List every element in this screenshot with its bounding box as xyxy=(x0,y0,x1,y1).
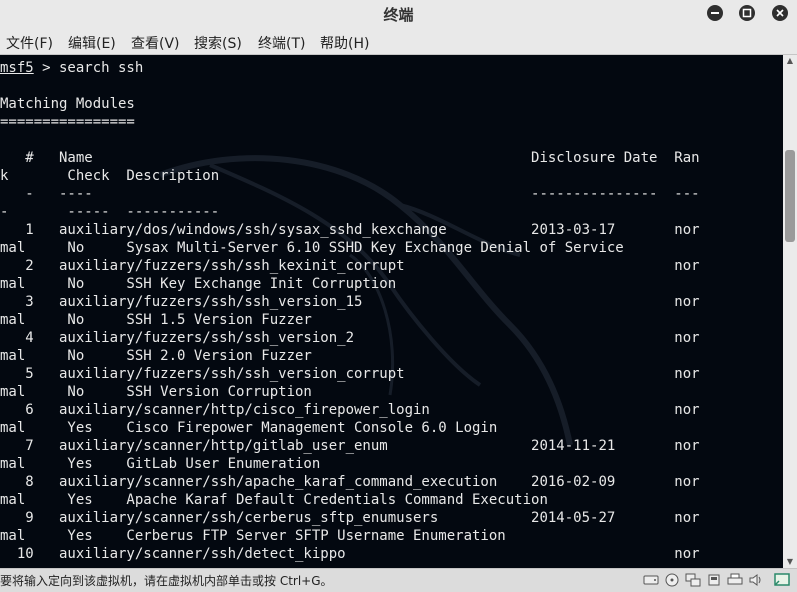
usb-icon[interactable] xyxy=(706,573,722,587)
menu-file[interactable]: 文件(F) xyxy=(6,33,53,53)
terminal-line: 1 auxiliary/dos/windows/ssh/sysax_sshd_k… xyxy=(0,222,700,238)
sound-icon[interactable] xyxy=(748,573,764,587)
network-icon[interactable] xyxy=(685,573,701,587)
scroll-thumb[interactable] xyxy=(785,150,795,242)
prompt-name: msf5 xyxy=(0,60,34,76)
vertical-scrollbar[interactable]: ▲ ▼ xyxy=(783,55,797,568)
maximize-button[interactable] xyxy=(739,5,755,21)
status-message: 要将输入定向到该虚拟机，请在虚拟机内部单击或按 Ctrl+G。 xyxy=(0,574,333,588)
terminal-line: mal No SSH 2.0 Version Fuzzer xyxy=(0,348,312,364)
terminal-prompt-line: msf5 > search ssh xyxy=(0,59,143,77)
maximize-icon xyxy=(742,8,752,18)
scroll-up-icon[interactable]: ▲ xyxy=(783,55,797,67)
terminal-line: 8 auxiliary/scanner/ssh/apache_karaf_com… xyxy=(0,474,700,490)
terminal-line: mal Yes Cisco Firepower Management Conso… xyxy=(0,420,498,436)
terminal-line: 4 auxiliary/fuzzers/ssh/ssh_version_2 no… xyxy=(0,330,700,346)
window-title: 终端 xyxy=(383,6,414,24)
scroll-down-icon[interactable]: ▼ xyxy=(783,556,797,568)
terminal-line: 9 auxiliary/scanner/ssh/cerberus_sftp_en… xyxy=(0,510,700,526)
menu-view[interactable]: 查看(V) xyxy=(131,33,180,53)
menu-help[interactable]: 帮助(H) xyxy=(320,33,369,53)
terminal-line: 6 auxiliary/scanner/http/cisco_firepower… xyxy=(0,402,700,418)
message-icon[interactable] xyxy=(774,573,790,587)
terminal-line: 3 auxiliary/fuzzers/ssh/ssh_version_15 n… xyxy=(0,294,700,310)
printer-icon[interactable] xyxy=(727,573,743,587)
cd-drive-icon[interactable] xyxy=(664,573,680,587)
terminal-line: 10 auxiliary/scanner/ssh/detect_kippo no… xyxy=(0,546,700,562)
terminal-line: Matching Modules xyxy=(0,96,135,112)
title-bar: 终端 xyxy=(0,0,797,28)
terminal-line: mal No Sysax Multi-Server 6.10 SSHD Key … xyxy=(0,240,624,256)
close-button[interactable] xyxy=(772,5,788,21)
menu-terminal[interactable]: 终端(T) xyxy=(258,33,305,53)
menu-edit[interactable]: 编辑(E) xyxy=(68,33,116,53)
close-icon xyxy=(776,9,784,17)
terminal-line: k Check Description xyxy=(0,168,220,184)
terminal-line: mal Yes Apache Karaf Default Credentials… xyxy=(0,492,548,508)
minimize-button[interactable] xyxy=(707,5,723,21)
minimize-icon xyxy=(711,12,719,14)
menu-search[interactable]: 搜索(S) xyxy=(194,33,242,53)
terminal-line: mal Yes GitLab User Enumeration xyxy=(0,456,321,472)
terminal-line: - ----- ----------- xyxy=(0,204,220,220)
terminal-line: 7 auxiliary/scanner/http/gitlab_user_enu… xyxy=(0,438,700,454)
terminal-line: 2 auxiliary/fuzzers/ssh/ssh_kexinit_corr… xyxy=(0,258,700,274)
terminal-line: 5 auxiliary/fuzzers/ssh/ssh_version_corr… xyxy=(0,366,700,382)
terminal-output[interactable]: msf5 > search ssh Matching Modules =====… xyxy=(0,55,783,568)
terminal-line: - ---- --------------- --- xyxy=(0,186,700,202)
menu-bar: 文件(F) 编辑(E) 查看(V) 搜索(S) 终端(T) 帮助(H) xyxy=(0,28,797,55)
prompt-command: > search ssh xyxy=(33,60,144,76)
terminal-line: mal No SSH 1.5 Version Fuzzer xyxy=(0,312,312,328)
terminal-line: # Name Disclosure Date Ran xyxy=(0,150,700,166)
terminal-line: mal Yes Cerberus FTP Server SFTP Usernam… xyxy=(0,528,506,544)
terminal-line: mal No SSH Version Corruption xyxy=(0,384,312,400)
terminal-line: ================ xyxy=(0,114,135,130)
hard-disk-icon[interactable] xyxy=(643,573,659,587)
terminal-line: mal No SSH Key Exchange Init Corruption xyxy=(0,276,397,292)
vm-status-bar: 要将输入定向到该虚拟机，请在虚拟机内部单击或按 Ctrl+G。 xyxy=(0,568,797,592)
